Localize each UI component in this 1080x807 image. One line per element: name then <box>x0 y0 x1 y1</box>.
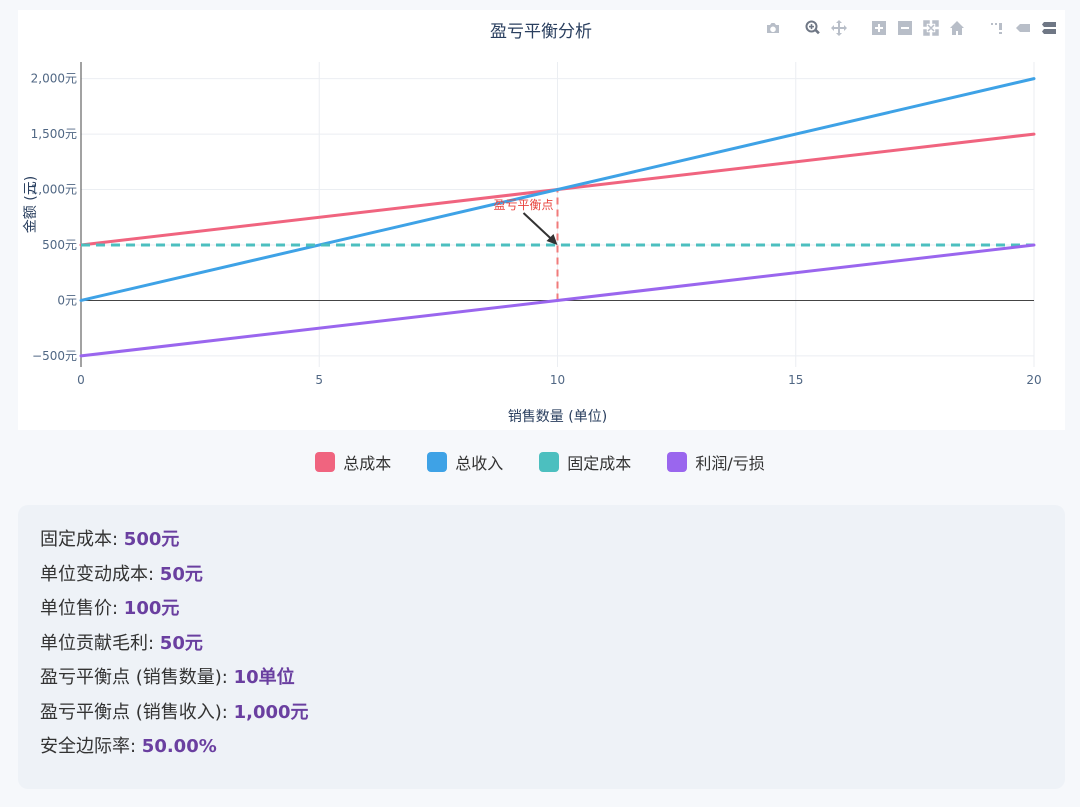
x-tick-label: 0 <box>77 373 85 387</box>
summary-value: 1,000元 <box>233 701 309 723</box>
summary-label: 单位变动成本 <box>40 563 148 585</box>
hover-compare-icon[interactable] <box>1039 18 1059 38</box>
legend-label: 利润/亏损 <box>695 454 765 473</box>
home-icon[interactable] <box>947 18 967 38</box>
legend-label: 总收入 <box>455 454 504 473</box>
modebar <box>763 16 1059 40</box>
summary-row-fixed-cost: 固定成本: 500元 <box>40 529 180 550</box>
summary-value: 50.00% <box>141 736 217 757</box>
summary-row-unit-contribution-margin: 单位贡献毛利: 50元 <box>40 632 203 654</box>
x-tick-label: 5 <box>315 373 323 387</box>
summary-value: 100元 <box>123 598 180 619</box>
autoscale-icon[interactable] <box>921 18 941 38</box>
summary-value: 50元 <box>159 632 203 654</box>
legend-label: 固定成本 <box>567 454 632 473</box>
legend-swatch <box>667 452 688 472</box>
y-tick-label: −500元 <box>32 349 77 363</box>
legend: 总成本 总收入 固定成本 利润/亏损 <box>0 450 1080 474</box>
summary-label: 固定成本 <box>40 529 112 550</box>
x-tick-label: 10 <box>550 373 565 387</box>
annotation-arrow-shaft <box>522 212 555 242</box>
summary-label: 盈亏平衡点 (销售收入) <box>40 701 222 723</box>
x-axis-title: 销售数量 (单位) <box>508 409 607 425</box>
pan-icon[interactable] <box>829 18 849 38</box>
hover-closest-icon[interactable] <box>1013 18 1033 38</box>
legend-item-total-revenue[interactable]: 总收入 <box>427 450 503 474</box>
camera-icon[interactable] <box>763 18 783 38</box>
legend-swatch <box>539 452 560 472</box>
chart-title: 盈亏平衡分析 <box>490 22 592 42</box>
legend-item-profit-loss[interactable]: 利润/亏损 <box>667 450 765 474</box>
zoom-out-icon[interactable] <box>895 18 915 38</box>
zoom-icon[interactable] <box>803 18 823 38</box>
y-tick-label: 0元 <box>57 293 77 307</box>
summary-label: 安全边际率 <box>40 736 130 757</box>
break-even-chart[interactable]: 盈亏平衡分析−500元0元500元1,000元1,500元2,000元0 5 10 1… <box>18 10 1065 430</box>
legend-label: 总成本 <box>343 454 392 473</box>
legend-item-total-cost[interactable]: 总成本 <box>315 450 391 474</box>
summary-row-margin-of-safety: 安全边际率: 50.00% <box>40 736 217 757</box>
y-axis-title: 金额 (元) <box>23 176 39 233</box>
summary-row-unit-price: 单位售价: 100元 <box>40 598 180 619</box>
legend-swatch <box>315 452 336 472</box>
annotation-label: 盈亏平衡点 <box>493 198 553 212</box>
summary-row-unit-variable-cost: 单位变动成本: 50元 <box>40 563 203 585</box>
summary-value: 50元 <box>159 563 203 585</box>
plot-card: 盈亏平衡分析 −500元 0元 500元 1,000元 1,500元 2,000元 0 5 10 1… <box>18 10 1065 430</box>
summary-row-break-even-quantity: 盈亏平衡点 (销售数量): 10单位 <box>40 667 295 688</box>
legend-swatch <box>427 452 448 472</box>
summary-row-break-even-revenue: 盈亏平衡点 (销售收入): 1,000元 <box>40 701 309 723</box>
summary-panel: 固定成本: 500元 单位变动成本: 50元 单位售价: 100元 单位贡献毛利… <box>18 505 1065 789</box>
y-tick-label: 2,000元 <box>31 72 77 86</box>
spike-lines-icon[interactable] <box>987 18 1007 38</box>
summary-value: 500元 <box>123 529 180 550</box>
summary-label: 盈亏平衡点 (销售数量) <box>40 667 222 688</box>
y-tick-label: 1,500元 <box>31 127 77 141</box>
y-tick-label: 500元 <box>42 238 77 252</box>
legend-item-fixed-cost[interactable]: 固定成本 <box>539 450 631 474</box>
zoom-in-icon[interactable] <box>869 18 889 38</box>
x-tick-label: 15 <box>788 373 803 387</box>
summary-label: 单位贡献毛利 <box>40 632 148 654</box>
summary-value: 10单位 <box>233 667 295 688</box>
x-tick-label: 20 <box>1026 373 1041 387</box>
summary-label: 单位售价 <box>40 598 112 619</box>
